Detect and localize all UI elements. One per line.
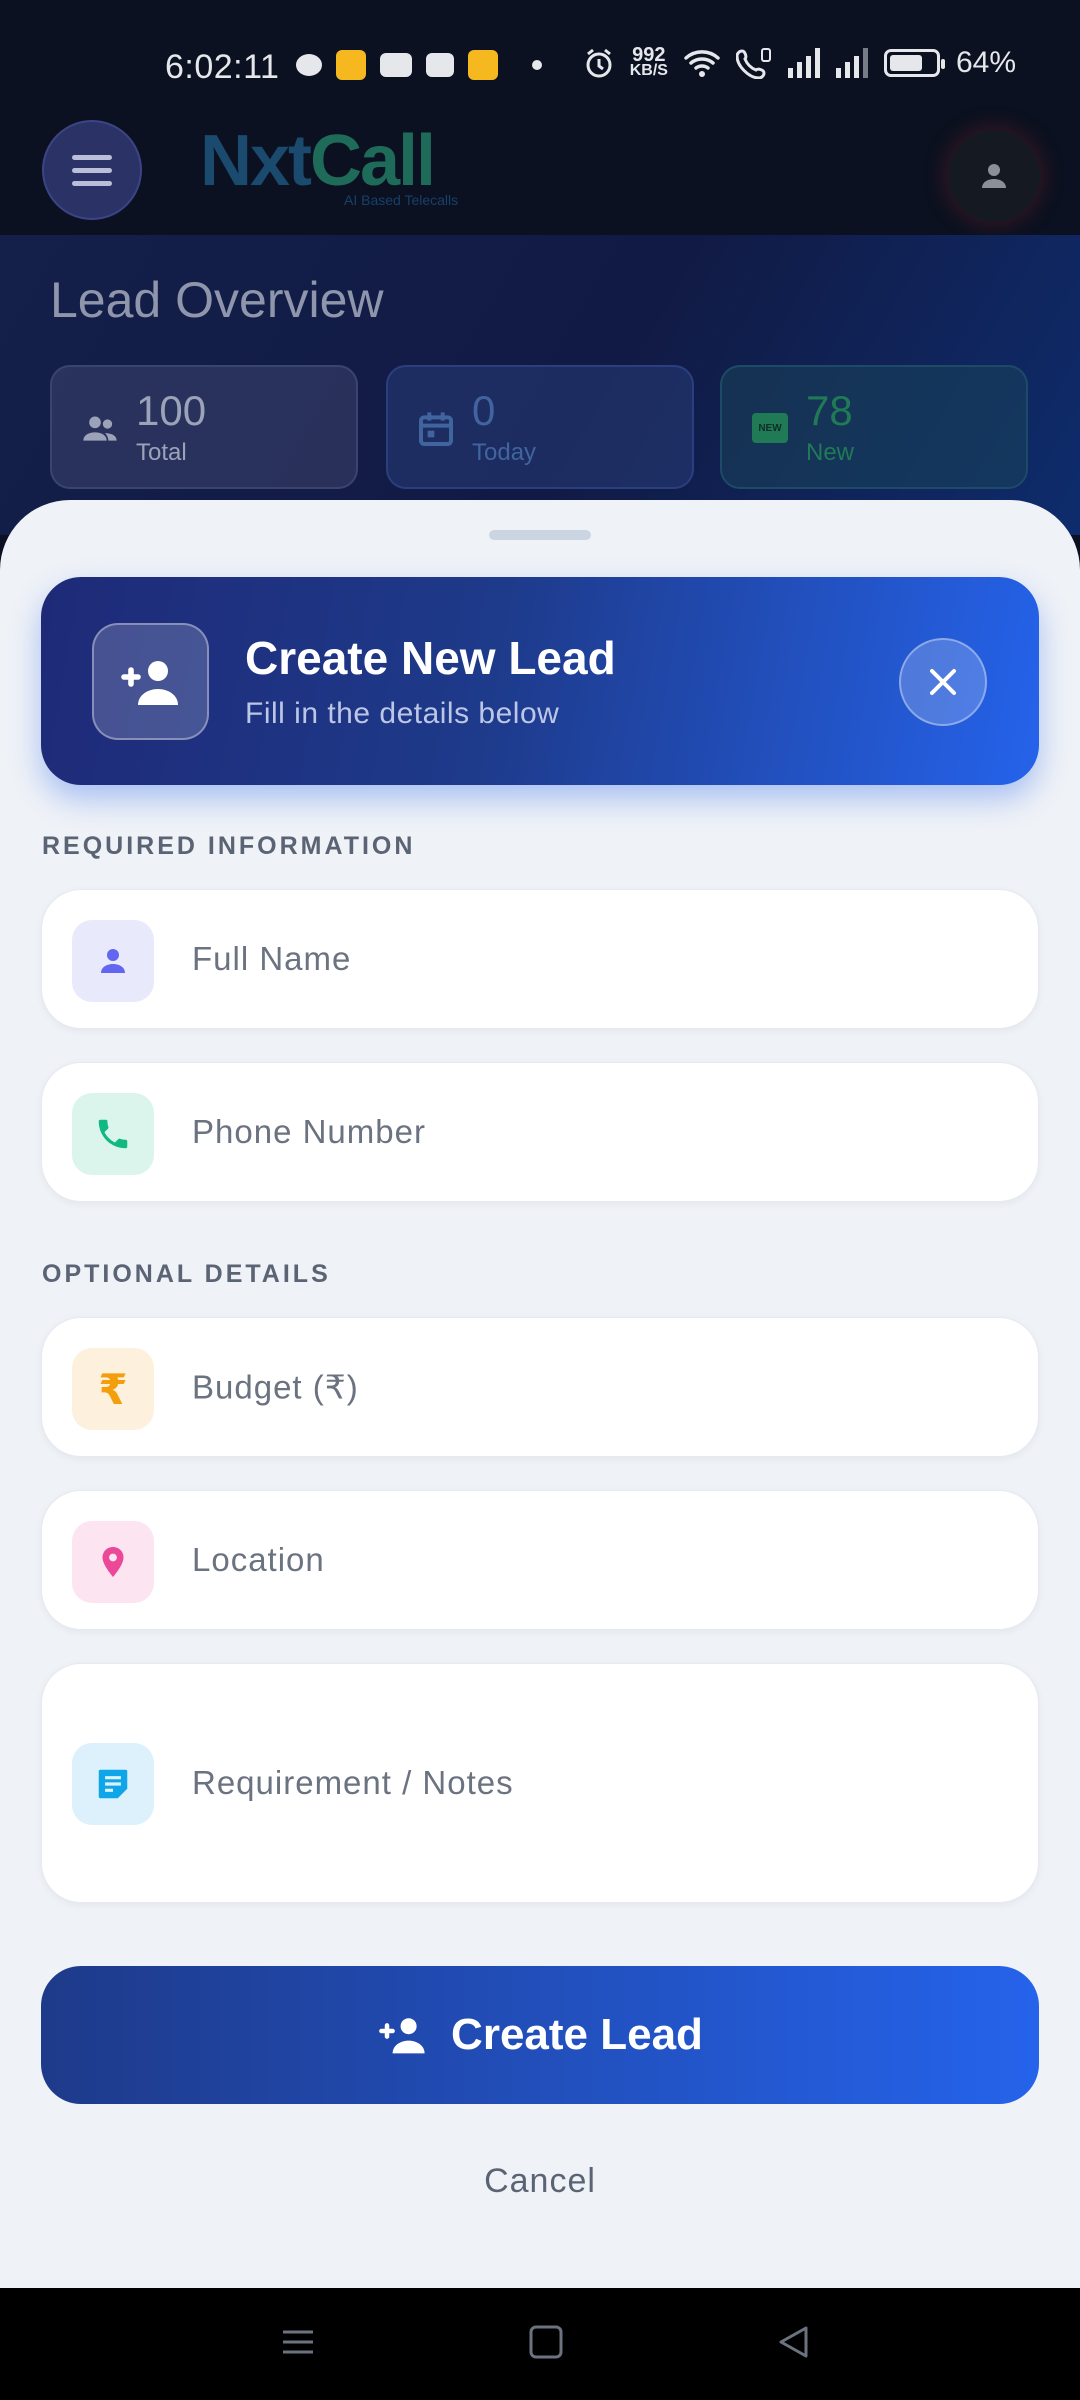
lead-overview: Lead Overview 100 Total 0 Today NEW 78 N…	[0, 235, 1080, 535]
sheet-header: Create New Lead Fill in the details belo…	[41, 577, 1039, 785]
create-lead-label: Create Lead	[451, 2010, 703, 2059]
logo-text-nxt: Nxt	[200, 121, 312, 201]
rupee-icon: ₹	[72, 1348, 154, 1430]
notes-icon	[72, 1743, 154, 1825]
net-speed-unit: KB/S	[629, 62, 668, 79]
battery-icon	[883, 49, 945, 77]
system-nav-bar	[0, 2288, 1080, 2400]
person-icon	[72, 920, 154, 1002]
stat-card-new[interactable]: NEW 78 New	[720, 365, 1028, 489]
wifi-icon	[684, 50, 720, 77]
logo-tagline: AI Based Telecalls	[344, 192, 459, 208]
close-icon	[930, 669, 956, 695]
stat-card-total[interactable]: 100 Total	[50, 365, 358, 489]
sheet-subtitle: Fill in the details below	[245, 697, 560, 730]
stat-label: Today	[472, 439, 537, 466]
sheet-title: Create New Lead	[245, 632, 616, 684]
notes-notification-icon	[336, 50, 366, 80]
new-badge-icon: NEW	[752, 413, 788, 443]
person-add-icon	[92, 623, 209, 740]
location-field[interactable]: Location	[41, 1490, 1039, 1630]
volte-call-icon	[735, 48, 771, 79]
phone-icon	[72, 1093, 154, 1175]
budget-placeholder: Budget (₹)	[192, 1368, 359, 1406]
stat-label: New	[806, 439, 855, 466]
phone-number-field[interactable]: Phone Number	[41, 1062, 1039, 1202]
full-name-placeholder: Full Name	[192, 940, 352, 977]
status-time: 6:02:11	[165, 48, 280, 86]
location-pin-icon	[72, 1521, 154, 1603]
stat-value: 0	[472, 387, 496, 434]
battery-percent: 64%	[955, 46, 1016, 79]
signal-2-icon	[835, 48, 868, 78]
menu-button[interactable]	[42, 120, 142, 220]
phone-number-placeholder: Phone Number	[192, 1113, 426, 1150]
app-notification-icon	[426, 53, 454, 77]
chat-notification-icon	[296, 54, 322, 76]
close-button[interactable]	[899, 638, 987, 726]
person-add-icon	[379, 2018, 425, 2054]
app-bar: NxtCall AI Based Telecalls	[0, 90, 1080, 235]
logo-text-call: Call	[310, 121, 436, 201]
person-icon	[982, 164, 1006, 188]
emoji-notification-icon	[468, 50, 498, 80]
menu-icon[interactable]	[280, 2324, 316, 2360]
requirement-notes-field[interactable]: Requirement / Notes	[41, 1663, 1039, 1903]
location-placeholder: Location	[192, 1541, 325, 1578]
stat-card-today[interactable]: 0 Today	[386, 365, 694, 489]
signal-1-icon	[787, 48, 820, 78]
stat-value: 78	[806, 387, 853, 434]
required-section-label: REQUIRED INFORMATION	[42, 832, 416, 860]
stat-label: Total	[136, 439, 187, 466]
app-logo: NxtCall	[200, 120, 436, 202]
create-lead-sheet: Create New Lead Fill in the details belo…	[0, 500, 1080, 2288]
optional-section-label: OPTIONAL DETAILS	[42, 1260, 331, 1288]
more-notifications-dot	[532, 60, 542, 70]
home-icon[interactable]	[528, 2324, 564, 2360]
net-speed-value: 992	[632, 44, 666, 66]
youtube-notification-icon	[380, 53, 412, 77]
create-lead-button[interactable]: Create Lead	[41, 1966, 1039, 2104]
profile-button[interactable]	[948, 130, 1040, 222]
requirement-notes-placeholder: Requirement / Notes	[192, 1764, 514, 1801]
budget-field[interactable]: ₹ Budget (₹)	[41, 1317, 1039, 1457]
status-right: 992 KB/S 64%	[584, 44, 1016, 80]
overview-title: Lead Overview	[50, 272, 384, 328]
cancel-button[interactable]: Cancel	[0, 2162, 1080, 2201]
calendar-icon	[419, 412, 453, 446]
back-icon[interactable]	[776, 2324, 812, 2360]
net-speed: 992 KB/S	[629, 44, 668, 79]
stat-value: 100	[136, 387, 207, 434]
notification-icons	[296, 50, 542, 80]
group-icon	[83, 416, 117, 441]
full-name-field[interactable]: Full Name	[41, 889, 1039, 1029]
alarm-icon	[586, 48, 612, 78]
hamburger-menu-icon	[72, 151, 112, 190]
sheet-drag-handle[interactable]	[489, 530, 591, 540]
